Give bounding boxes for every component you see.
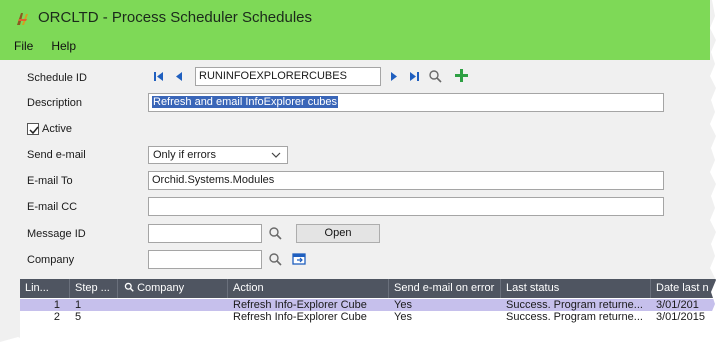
column-header-action[interactable]: Action bbox=[228, 279, 389, 298]
email-cc-label: E-mail CC bbox=[27, 201, 78, 213]
column-header-line[interactable]: Lin... bbox=[20, 279, 70, 298]
company-input[interactable] bbox=[148, 250, 262, 269]
chevron-down-icon bbox=[271, 152, 281, 158]
cell-company bbox=[118, 311, 228, 323]
cell-send-email: Yes bbox=[394, 311, 412, 323]
cell-action: Refresh Info-Explorer Cube bbox=[233, 299, 367, 311]
cell-step: 1 bbox=[75, 299, 82, 311]
title-bar: ORCLTD - Process Scheduler Schedules Fil… bbox=[0, 0, 710, 60]
first-record-icon[interactable] bbox=[152, 70, 165, 83]
column-header-send-email[interactable]: Send e-mail on error bbox=[389, 279, 501, 298]
process-scheduler-window: ORCLTD - Process Scheduler Schedules Fil… bbox=[0, 0, 721, 352]
send-email-label: Send e-mail bbox=[27, 149, 86, 161]
column-header-company-label: Company bbox=[137, 282, 185, 294]
cell-line: 2 bbox=[53, 311, 60, 323]
cell-action: Refresh Info-Explorer Cube bbox=[233, 311, 367, 323]
description-input[interactable]: Refresh and email InfoExplorer cubes bbox=[148, 93, 664, 112]
description-selected-text: Refresh and email InfoExplorer cubes bbox=[152, 96, 339, 108]
column-header-company[interactable]: Company bbox=[118, 279, 228, 298]
company-label: Company bbox=[27, 254, 75, 266]
send-email-selected-value: Only if errors bbox=[153, 149, 216, 161]
table-row[interactable]: 2 5 Refresh Info-Explorer Cube Yes Succe… bbox=[20, 311, 720, 323]
column-header-step[interactable]: Step ... bbox=[70, 279, 118, 298]
message-id-label: Message ID bbox=[27, 228, 86, 240]
cell-last-status: Success. Program returne... bbox=[506, 299, 643, 311]
checkmark-icon bbox=[29, 126, 39, 135]
menu-file[interactable]: File bbox=[14, 38, 33, 56]
app-icon bbox=[17, 13, 28, 25]
menu-bar: File Help bbox=[14, 38, 76, 56]
open-button[interactable]: Open bbox=[296, 224, 380, 243]
active-label: Active bbox=[42, 123, 72, 135]
search-icon[interactable] bbox=[428, 69, 442, 83]
company-finder-icon[interactable] bbox=[268, 252, 282, 266]
active-checkbox[interactable] bbox=[27, 123, 39, 135]
torn-edge-right bbox=[710, 0, 721, 352]
message-id-input[interactable] bbox=[148, 224, 262, 243]
next-record-icon[interactable] bbox=[388, 70, 401, 83]
email-to-input[interactable]: Orchid.Systems.Modules bbox=[148, 171, 664, 190]
torn-edge-bottom bbox=[0, 335, 721, 352]
cell-send-email: Yes bbox=[394, 299, 412, 311]
menu-help[interactable]: Help bbox=[51, 38, 76, 56]
add-icon[interactable] bbox=[454, 68, 469, 83]
send-email-select[interactable]: Only if errors bbox=[148, 146, 288, 164]
description-label: Description bbox=[27, 97, 83, 109]
column-header-last-status[interactable]: Last status bbox=[501, 279, 651, 298]
grid-header: Lin... Step ... Company Action Send e-ma… bbox=[20, 279, 720, 298]
table-row[interactable]: 1 1 Refresh Info-Explorer Cube Yes Succe… bbox=[20, 299, 720, 311]
previous-record-icon[interactable] bbox=[172, 70, 185, 83]
column-search-icon bbox=[124, 282, 134, 292]
last-record-icon[interactable] bbox=[408, 70, 421, 83]
finder-icon[interactable] bbox=[268, 226, 282, 240]
cell-step: 5 bbox=[75, 311, 82, 323]
email-cc-input[interactable] bbox=[148, 197, 664, 216]
cell-last-status: Success. Program returne... bbox=[506, 311, 643, 323]
schedule-id-label: Schedule ID bbox=[27, 72, 87, 84]
email-to-label: E-mail To bbox=[27, 175, 73, 187]
window-title: ORCLTD - Process Scheduler Schedules bbox=[38, 9, 312, 26]
cell-company bbox=[118, 299, 228, 311]
schedule-id-input[interactable]: RUNINFOEXPLORERCUBES bbox=[195, 67, 381, 86]
cell-line: 1 bbox=[53, 299, 60, 311]
zoom-icon[interactable] bbox=[292, 252, 306, 266]
